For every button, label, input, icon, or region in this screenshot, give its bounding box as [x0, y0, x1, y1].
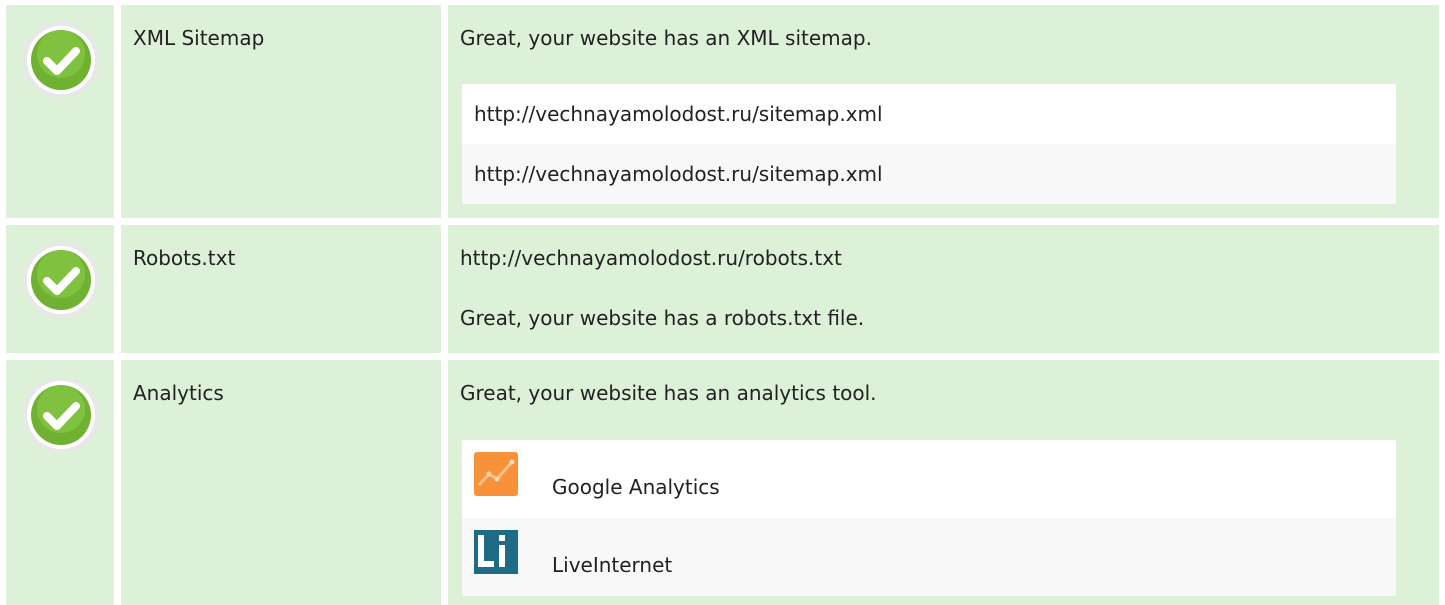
check-name: Analytics — [133, 381, 224, 405]
check-icon — [23, 377, 99, 453]
liveinternet-icon — [474, 530, 518, 574]
check-name: Robots.txt — [133, 246, 236, 270]
check-icon — [23, 22, 99, 98]
status-cell — [6, 225, 114, 353]
status-cell — [6, 5, 114, 218]
status-cell — [6, 360, 114, 605]
check-result-cell: Great, your website has an XML sitemap. … — [448, 5, 1439, 218]
tool-name: Google Analytics — [552, 475, 720, 499]
result-message: Great, your website has a robots.txt fil… — [460, 306, 865, 330]
sitemap-url: http://vechnayamolodost.ru/sitemap.xml — [474, 102, 883, 126]
row-xml-sitemap: XML Sitemap Great, your website has an X… — [0, 5, 1445, 218]
check-name: XML Sitemap — [133, 26, 265, 50]
google-analytics-icon — [474, 452, 518, 496]
row-analytics: Analytics Great, your website has an ana… — [0, 360, 1445, 605]
list-item: http://vechnayamolodost.ru/sitemap.xml — [462, 84, 1396, 144]
check-name-cell: Analytics — [121, 360, 441, 605]
list-item: LiveInternet — [462, 518, 1396, 596]
check-result-cell: http://vechnayamolodost.ru/robots.txt Gr… — [448, 225, 1439, 353]
seo-report-table: XML Sitemap Great, your website has an X… — [0, 0, 1445, 605]
result-message: Great, your website has an XML sitemap. — [460, 26, 872, 50]
sitemap-url: http://vechnayamolodost.ru/sitemap.xml — [474, 162, 883, 186]
row-robots-txt: Robots.txt http://vechnayamolodost.ru/ro… — [0, 225, 1445, 353]
check-result-cell: Great, your website has an analytics too… — [448, 360, 1439, 605]
tool-name: LiveInternet — [552, 553, 673, 577]
list-item: http://vechnayamolodost.ru/sitemap.xml — [462, 144, 1396, 204]
check-icon — [23, 242, 99, 318]
list-item: Google Analytics — [462, 440, 1396, 518]
robots-url: http://vechnayamolodost.ru/robots.txt — [460, 246, 842, 270]
result-message: Great, your website has an analytics too… — [460, 381, 877, 405]
check-name-cell: Robots.txt — [121, 225, 441, 353]
check-name-cell: XML Sitemap — [121, 5, 441, 218]
